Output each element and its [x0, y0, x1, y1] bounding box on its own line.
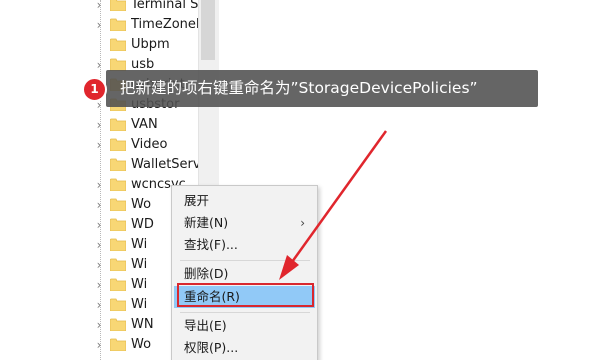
- chevron-right-icon[interactable]: ›: [93, 315, 105, 335]
- tree-item-wo-1[interactable]: › Wo: [0, 195, 198, 215]
- chevron-right-icon[interactable]: ›: [93, 0, 105, 15]
- tree-item-wn[interactable]: › WN: [0, 315, 198, 335]
- instruction-text: 把新建的项右键重命名为”StorageDevicePolicies”: [120, 79, 478, 97]
- tree-item-label: Terminal Se: [131, 0, 198, 12]
- menu-item-expand[interactable]: 展开: [174, 190, 315, 212]
- folder-icon: [110, 218, 126, 231]
- folder-icon: [110, 118, 126, 131]
- menu-item-new[interactable]: 新建(N) ›: [174, 212, 315, 234]
- folder-icon: [110, 0, 126, 11]
- folder-icon: [110, 338, 126, 351]
- chevron-right-icon[interactable]: ›: [93, 335, 105, 355]
- chevron-right-icon[interactable]: ›: [93, 55, 105, 75]
- menu-item-label: 展开: [184, 193, 210, 208]
- tree-item-wi-3[interactable]: › Wi: [0, 275, 198, 295]
- chevron-right-icon[interactable]: ›: [93, 15, 105, 35]
- instruction-banner: 把新建的项右键重命名为”StorageDevicePolicies”: [106, 70, 538, 107]
- tree-item-wi-4[interactable]: › Wi: [0, 295, 198, 315]
- tree-item-van[interactable]: › VAN: [0, 115, 198, 135]
- folder-icon: [110, 318, 126, 331]
- chevron-right-icon[interactable]: ›: [93, 115, 105, 135]
- menu-item-permissions[interactable]: 权限(P)...: [174, 337, 315, 359]
- tree-item-wi-2[interactable]: › Wi: [0, 255, 198, 275]
- folder-icon: [110, 278, 126, 291]
- menu-item-label: 权限(P)...: [184, 340, 239, 355]
- folder-icon: [110, 18, 126, 31]
- tree-item-terminal-se[interactable]: › Terminal Se: [0, 0, 198, 15]
- tree-item-ubpm[interactable]: Ubpm: [0, 35, 198, 55]
- tree-item-label: Video: [131, 137, 168, 152]
- chevron-right-icon[interactable]: ›: [93, 215, 105, 235]
- tree-item-label: Ubpm: [131, 37, 170, 52]
- tree-item-wi-1[interactable]: › Wi: [0, 235, 198, 255]
- tree-item-video[interactable]: › Video: [0, 135, 198, 155]
- folder-icon: [110, 178, 126, 191]
- tree-item-walletservice[interactable]: WalletServi: [0, 155, 198, 175]
- tree-item-label: VAN: [131, 117, 158, 132]
- chevron-right-icon[interactable]: ›: [93, 275, 105, 295]
- menu-item-label: 导出(E): [184, 318, 227, 333]
- chevron-right-icon[interactable]: ›: [93, 255, 105, 275]
- folder-icon: [110, 158, 126, 171]
- context-menu: 展开 新建(N) › 查找(F)... 删除(D) 重命名(R) 导出(E) 权…: [171, 185, 318, 360]
- chevron-right-icon[interactable]: ›: [93, 195, 105, 215]
- chevron-right-icon[interactable]: ›: [93, 295, 105, 315]
- menu-item-label: 新建(N): [184, 215, 229, 230]
- menu-item-export[interactable]: 导出(E): [174, 315, 315, 337]
- step-number-badge: 1: [82, 77, 107, 102]
- folder-icon: [110, 298, 126, 311]
- chevron-right-icon[interactable]: ›: [93, 175, 105, 195]
- tree-item-label: TimeZoneIn: [131, 17, 198, 32]
- folder-icon: [110, 258, 126, 271]
- screen: › Terminal Se › TimeZoneIn Ubpm › usb › …: [0, 0, 600, 360]
- menu-item-delete[interactable]: 删除(D): [174, 263, 315, 285]
- rename-highlight-box: [177, 283, 314, 307]
- tree-item-wcncsvc[interactable]: › wcncsvc: [0, 175, 198, 195]
- tree-item-wd[interactable]: › WD: [0, 215, 198, 235]
- folder-icon: [110, 38, 126, 51]
- chevron-right-icon[interactable]: ›: [93, 235, 105, 255]
- tree-item-label: WalletServi: [131, 157, 198, 172]
- folder-icon: [110, 138, 126, 151]
- tree-item-timezoneinformation[interactable]: › TimeZoneIn: [0, 15, 198, 35]
- menu-item-label: 查找(F)...: [184, 237, 238, 252]
- submenu-arrow-icon: ›: [300, 216, 305, 230]
- folder-icon: [110, 238, 126, 251]
- folder-icon: [110, 198, 126, 211]
- registry-tree: › Terminal Se › TimeZoneIn Ubpm › usb › …: [0, 0, 198, 360]
- menu-separator: [180, 260, 310, 261]
- menu-item-find[interactable]: 查找(F)...: [174, 234, 315, 256]
- menu-item-label: 删除(D): [184, 266, 229, 281]
- tree-item-wo-2[interactable]: › Wo: [0, 335, 198, 355]
- chevron-right-icon[interactable]: ›: [93, 135, 105, 155]
- scrollbar-thumb[interactable]: [201, 0, 215, 60]
- menu-separator: [180, 312, 310, 313]
